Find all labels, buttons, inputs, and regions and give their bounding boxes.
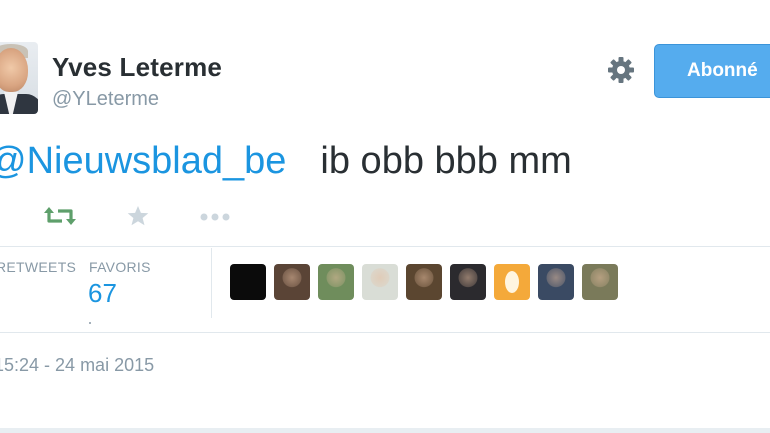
star-icon[interactable] — [126, 204, 150, 228]
profile-name[interactable]: Yves Leterme — [52, 52, 222, 83]
stats-dot — [89, 322, 91, 324]
follow-button[interactable]: Abonné — [654, 44, 770, 98]
favorites-count[interactable]: 67 — [88, 278, 117, 309]
tweet-mention-link[interactable]: @Nieuwsblad_be — [0, 140, 286, 182]
retweet-icon[interactable] — [44, 205, 76, 227]
favorites-label[interactable]: FAVORIS — [89, 259, 151, 275]
stats-divider-bottom — [0, 332, 770, 333]
favoriter-avatar[interactable] — [362, 264, 398, 300]
follow-button-label: Abonné — [687, 60, 758, 81]
favoriter-avatar[interactable] — [450, 264, 486, 300]
bottom-strip — [0, 428, 770, 433]
more-dots-icon[interactable] — [199, 210, 231, 222]
tweet-timestamp[interactable]: 15:24 - 24 mai 2015 — [0, 355, 154, 376]
favoriter-avatar[interactable] — [494, 264, 530, 300]
favoriter-avatar[interactable] — [406, 264, 442, 300]
avatar-face — [0, 48, 28, 92]
retweets-label[interactable]: RETWEETS — [0, 259, 76, 275]
stats-divider-top — [0, 246, 770, 247]
favoriter-avatar[interactable] — [318, 264, 354, 300]
favoriter-avatar[interactable] — [538, 264, 574, 300]
favoriter-avatar[interactable] — [230, 264, 266, 300]
stats-vertical-divider — [211, 248, 212, 318]
tweet-text: @Nieuwsblad_be ib obb bbb mm — [0, 140, 572, 183]
favoriter-avatar[interactable] — [274, 264, 310, 300]
favoriter-avatar[interactable] — [582, 264, 618, 300]
favoriters-list — [230, 264, 618, 300]
profile-avatar[interactable] — [0, 42, 38, 114]
tweet-body: ib obb bbb mm — [320, 140, 572, 182]
favoriter-avatar-shape — [505, 271, 519, 293]
gear-icon[interactable] — [606, 55, 636, 85]
profile-handle[interactable]: @YLeterme — [52, 88, 159, 111]
